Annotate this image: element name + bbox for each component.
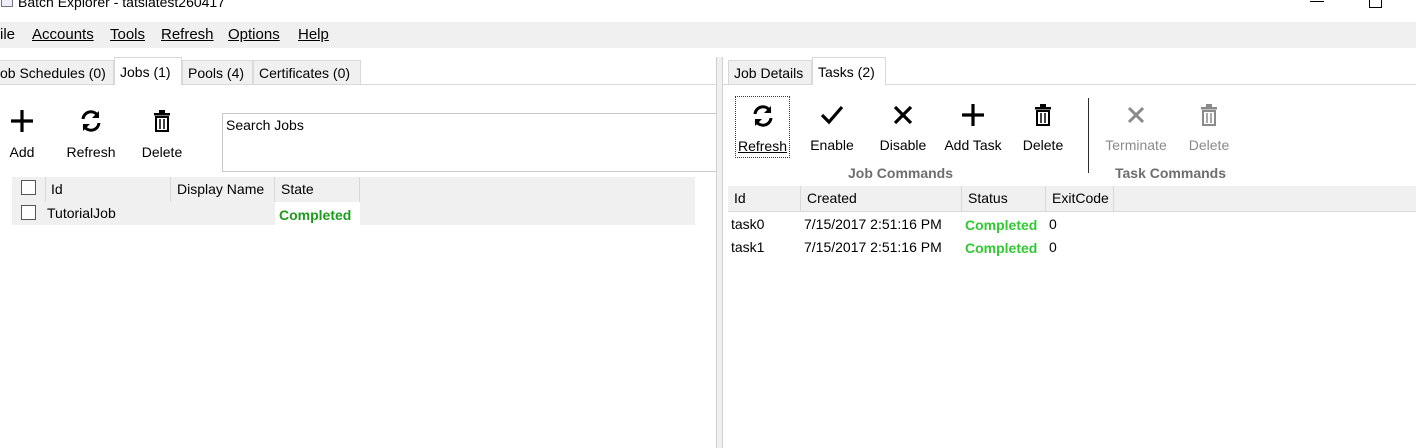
delete-label: Delete xyxy=(141,144,183,160)
menu-accounts[interactable]: Accounts xyxy=(32,26,94,43)
task-id: task1 xyxy=(731,239,765,255)
menu-file[interactable]: ile xyxy=(0,26,15,43)
col-header-exitcode[interactable]: ExitCode xyxy=(1046,186,1114,211)
col-header-task-id[interactable]: Id xyxy=(728,186,801,211)
col-header-status[interactable]: Status xyxy=(962,186,1046,211)
col-header-display-name[interactable]: Display Name xyxy=(171,177,275,202)
terminate-label: Terminate xyxy=(1105,137,1167,153)
status-badge: Completed xyxy=(965,217,1038,233)
trash-icon xyxy=(1035,104,1051,126)
task-created: 7/15/2017 2:51:16 PM xyxy=(804,239,942,255)
select-all-checkbox[interactable] xyxy=(21,180,36,195)
job-id: TutorialJob xyxy=(47,205,116,221)
search-jobs-input[interactable]: Search Jobs xyxy=(222,113,717,172)
trash-icon xyxy=(1201,104,1217,126)
maximize-icon[interactable] xyxy=(1369,0,1382,8)
x-icon xyxy=(893,105,913,125)
disable-job-button[interactable]: Disable xyxy=(873,102,933,153)
jobs-grid-header: Id Display Name State xyxy=(12,177,695,203)
left-tabstrip-line xyxy=(0,84,716,85)
plus-icon xyxy=(11,110,33,132)
refresh-label: Refresh xyxy=(737,138,788,154)
delete-job-button[interactable]: Delete xyxy=(136,108,188,160)
refresh-icon xyxy=(753,105,772,127)
row-checkbox[interactable] xyxy=(21,205,36,220)
delete-task-button[interactable]: Delete xyxy=(1182,102,1236,153)
col-header-state[interactable]: State xyxy=(275,177,360,202)
refresh-jobs-button[interactable]: Refresh xyxy=(62,108,120,160)
enable-job-button[interactable]: Enable xyxy=(806,102,858,153)
pane-splitter[interactable] xyxy=(716,57,723,448)
status-badge: Completed xyxy=(965,240,1038,256)
menu-tools[interactable]: Tools xyxy=(110,26,145,43)
refresh-tasks-button[interactable]: Refresh xyxy=(735,96,790,158)
col-header-id[interactable]: Id xyxy=(45,177,171,202)
job-commands-group-label: Job Commands xyxy=(848,165,954,181)
x-icon xyxy=(1127,106,1145,124)
menu-refresh[interactable]: Refresh xyxy=(161,26,214,43)
delete-task-label: Delete xyxy=(1188,137,1230,153)
trash-icon xyxy=(154,110,170,132)
check-icon xyxy=(820,105,844,125)
terminate-task-button[interactable]: Terminate xyxy=(1100,102,1172,153)
menu-options[interactable]: Options xyxy=(228,26,280,43)
tab-job-details[interactable]: Job Details xyxy=(728,60,812,84)
status-badge: Completed xyxy=(279,207,352,223)
tasks-grid-header: Id Created Status ExitCode xyxy=(728,186,1416,212)
col-header-created[interactable]: Created xyxy=(801,186,962,211)
window-title: Batch Explorer - tatslatest260417 xyxy=(18,0,226,10)
disable-label: Disable xyxy=(879,137,927,153)
add-label: Add xyxy=(9,144,35,160)
task-exitcode: 0 xyxy=(1049,216,1057,232)
menu-help[interactable]: Help xyxy=(298,26,329,43)
enable-label: Enable xyxy=(810,137,854,153)
refresh-icon xyxy=(81,110,101,132)
task-id: task0 xyxy=(731,216,765,232)
task-commands-group-label: Task Commands xyxy=(1115,165,1226,181)
table-row[interactable]: task1 7/15/2017 2:51:16 PM Completed 0 xyxy=(728,236,1416,259)
minimize-icon[interactable] xyxy=(1310,0,1324,2)
delete-job-button-right[interactable]: Delete xyxy=(1016,102,1070,153)
tab-jobs[interactable]: Jobs (1) xyxy=(114,57,182,85)
tab-job-schedules[interactable]: ob Schedules (0) xyxy=(0,60,114,84)
tab-pools[interactable]: Pools (4) xyxy=(182,60,253,84)
refresh-label: Refresh xyxy=(66,144,116,160)
table-row[interactable]: TutorialJob Completed xyxy=(12,202,695,225)
plus-icon xyxy=(962,104,984,126)
table-row[interactable]: task0 7/15/2017 2:51:16 PM Completed 0 xyxy=(728,213,1416,236)
task-exitcode: 0 xyxy=(1049,239,1057,255)
delete-label: Delete xyxy=(1022,137,1064,153)
add-task-button[interactable]: Add Task xyxy=(940,102,1006,153)
tab-tasks[interactable]: Tasks (2) xyxy=(812,57,886,85)
add-job-button[interactable]: Add xyxy=(2,108,42,160)
tab-certificates[interactable]: Certificates (0) xyxy=(253,60,361,84)
app-icon xyxy=(1,0,13,7)
toolbar-separator xyxy=(1088,98,1089,173)
add-task-label: Add Task xyxy=(944,137,1002,153)
task-created: 7/15/2017 2:51:16 PM xyxy=(804,216,942,232)
